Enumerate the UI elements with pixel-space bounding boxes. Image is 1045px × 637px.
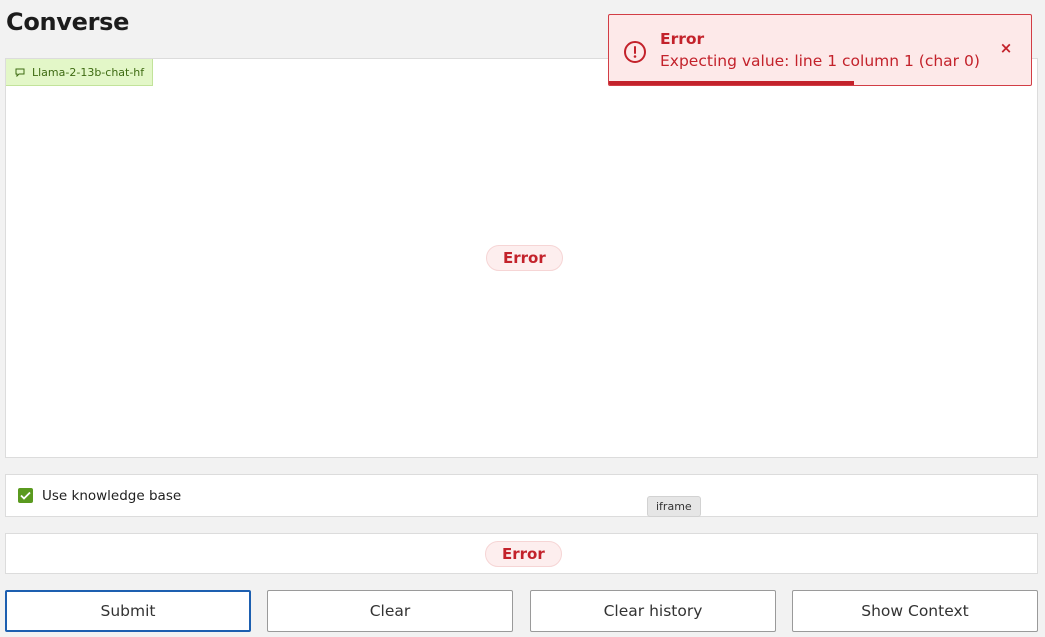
show-context-button[interactable]: Show Context [792,590,1038,632]
toast-timer-bar [609,81,854,85]
knowledge-base-label[interactable]: Use knowledge base [42,488,181,504]
chatbot-model-label: Llama-2-13b-chat-hf [6,59,154,86]
error-toast: Error Expecting value: line 1 column 1 (… [608,14,1032,86]
toast-timer-track [609,81,1031,85]
clear-history-button[interactable]: Clear history [530,590,776,632]
toast-title: Error [660,30,705,48]
iframe-tooltip: iframe [647,496,701,517]
toast-message: Expecting value: line 1 column 1 (char 0… [660,52,980,70]
input-error-badge: Error [485,541,562,567]
alert-circle-icon [623,40,647,64]
chatbot-panel: Llama-2-13b-chat-hf Error [5,58,1038,458]
chat-error-badge: Error [486,245,563,271]
knowledge-base-panel: Use knowledge base [5,474,1038,517]
submit-button[interactable]: Submit [5,590,251,632]
checkmark-icon [20,491,31,500]
model-name: Llama-2-13b-chat-hf [32,65,145,79]
clear-button[interactable]: Clear [267,590,513,632]
page-title: Converse [6,8,130,36]
knowledge-base-checkbox[interactable] [18,488,33,503]
close-icon[interactable]: × [999,40,1013,55]
chat-bubble-icon [15,68,25,77]
message-input-panel[interactable]: Error [5,533,1038,574]
